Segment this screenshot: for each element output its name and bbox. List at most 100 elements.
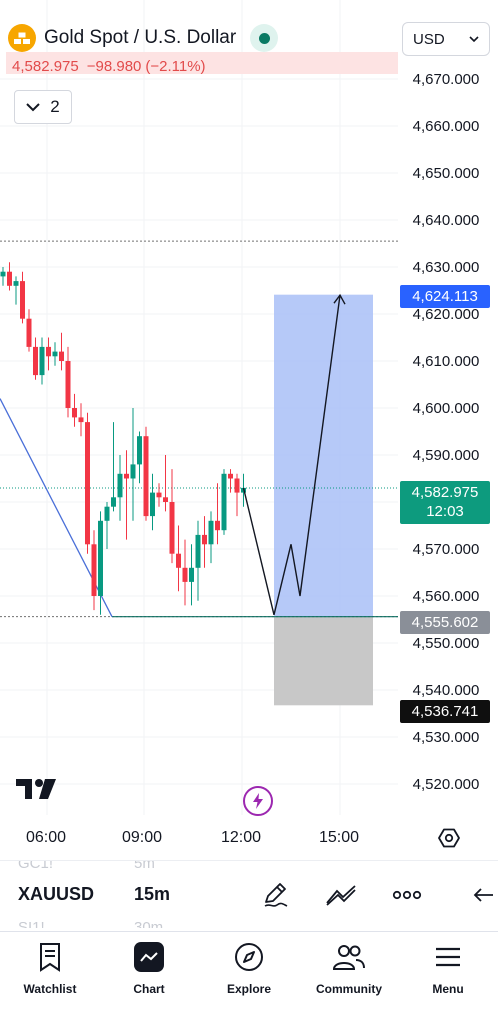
- candle-body: [208, 520, 214, 545]
- candle-body: [52, 351, 58, 357]
- candle-body: [234, 478, 240, 493]
- price-tick: 4,560.000: [413, 588, 480, 605]
- price-tick: 4,640.000: [413, 212, 480, 229]
- candle-body: [39, 346, 45, 376]
- nav-item-chart[interactable]: Chart: [99, 932, 199, 1024]
- candle-body: [72, 408, 77, 418]
- time-tick: 06:00: [26, 829, 67, 846]
- candle: [202, 516, 207, 568]
- candle-body: [78, 417, 84, 423]
- stop-zone: [274, 616, 373, 706]
- candle-body: [202, 534, 207, 545]
- candle-body: [228, 473, 233, 479]
- symbol-selector[interactable]: XAUUSD: [18, 884, 94, 905]
- price-tick: 4,530.000: [413, 729, 480, 746]
- candlestick-series: [0, 262, 246, 615]
- candle: [52, 342, 58, 366]
- bottom-navigation: Watchlist Chart Explore Community Menu: [0, 931, 498, 1024]
- candle-body: [182, 567, 188, 582]
- candle-body: [111, 497, 116, 507]
- candle-body: [176, 553, 181, 568]
- nav-item-explore[interactable]: Explore: [199, 932, 299, 1024]
- candle: [234, 473, 240, 517]
- candle: [124, 450, 129, 540]
- symbol-header[interactable]: Gold Spot / U.S. Dollar: [8, 24, 279, 52]
- candle: [130, 408, 136, 521]
- time-tick: 15:00: [319, 829, 360, 846]
- watchlist-icon: [33, 940, 67, 974]
- indicator-count: 2: [50, 97, 60, 116]
- candle-body: [7, 271, 12, 286]
- interval-prev-ghost: 5m: [134, 860, 155, 872]
- candle-body: [195, 534, 201, 568]
- chart-settings-icon[interactable]: [438, 827, 460, 849]
- candle-body: [0, 271, 6, 277]
- candle-body: [104, 506, 110, 521]
- candle: [169, 469, 175, 564]
- candle-body: [13, 281, 19, 286]
- long-position-tool: [274, 294, 373, 706]
- symbol-next-ghost: SI1!: [18, 919, 45, 928]
- candle-body: [33, 346, 38, 376]
- candle: [215, 483, 220, 545]
- undo-arrow-icon[interactable]: [468, 879, 498, 911]
- price-tick: 4,550.000: [413, 635, 480, 652]
- price-chart[interactable]: 4,670.000 4,660.000 4,650.000 4,640.000 4,63…: [0, 0, 498, 860]
- candle-body: [98, 520, 103, 596]
- interval-selector[interactable]: 15m: [134, 884, 170, 905]
- candle: [91, 530, 97, 611]
- price-tick: 4,540.000: [413, 682, 480, 699]
- candle: [137, 431, 142, 484]
- price-tick: 4,590.000: [413, 447, 480, 464]
- price-tick: 4,520.000: [413, 776, 480, 793]
- candle: [26, 309, 32, 352]
- nav-label: Community: [316, 982, 382, 996]
- price-tick: 4,650.000: [413, 165, 480, 182]
- trend-lines-icon[interactable]: [325, 879, 357, 911]
- flash-icon[interactable]: [243, 786, 273, 816]
- nav-item-menu[interactable]: Menu: [398, 932, 498, 1024]
- symbol-interval-picker: GC1! XAUUSD SI1! 5m 15m 30m: [0, 860, 498, 928]
- candle: [72, 393, 77, 427]
- time-tick: 12:00: [221, 829, 262, 846]
- more-dots-icon[interactable]: [391, 879, 423, 911]
- current-price-tag: 4,582.975 12:03: [400, 481, 490, 524]
- candle: [85, 412, 90, 554]
- chevron-down-icon: [469, 35, 479, 42]
- nav-label: Explore: [226, 982, 271, 996]
- interval-next-ghost: 30m: [134, 919, 164, 928]
- candle: [39, 337, 45, 385]
- indicators-collapse-button[interactable]: 2: [14, 90, 72, 124]
- chevron-down-icon: [26, 103, 40, 112]
- candle: [150, 473, 155, 531]
- candle: [13, 276, 19, 305]
- price-tick: 4,570.000: [413, 541, 480, 558]
- pen-draw-icon[interactable]: [259, 879, 291, 911]
- time-tick: 09:00: [122, 829, 163, 846]
- candle-body: [143, 436, 149, 517]
- gold-bars-icon: [8, 24, 36, 52]
- nav-item-watchlist[interactable]: Watchlist: [0, 932, 100, 1024]
- chart-icon: [132, 940, 166, 974]
- candle: [176, 525, 181, 592]
- candle: [0, 267, 6, 286]
- change-value: −98.980: [86, 58, 142, 75]
- currency-value: USD: [413, 30, 445, 48]
- hamburger-menu-icon: [431, 940, 465, 974]
- nav-label: Chart: [133, 982, 165, 996]
- candle: [143, 426, 149, 521]
- candle: [117, 455, 123, 521]
- candle: [33, 337, 38, 380]
- candle-body: [169, 502, 175, 554]
- price-tick: 4,620.000: [413, 306, 480, 323]
- nav-item-community[interactable]: Community: [299, 932, 399, 1024]
- candle-body: [46, 346, 51, 357]
- candle-body: [59, 351, 64, 361]
- bar-countdown: 12:03: [426, 503, 464, 520]
- currency-select[interactable]: USD: [402, 22, 490, 56]
- market-status-icon[interactable]: [250, 24, 279, 52]
- tradingview-logo[interactable]: [16, 777, 60, 801]
- candle: [163, 455, 168, 512]
- candle: [65, 346, 71, 418]
- candle-body: [221, 473, 227, 531]
